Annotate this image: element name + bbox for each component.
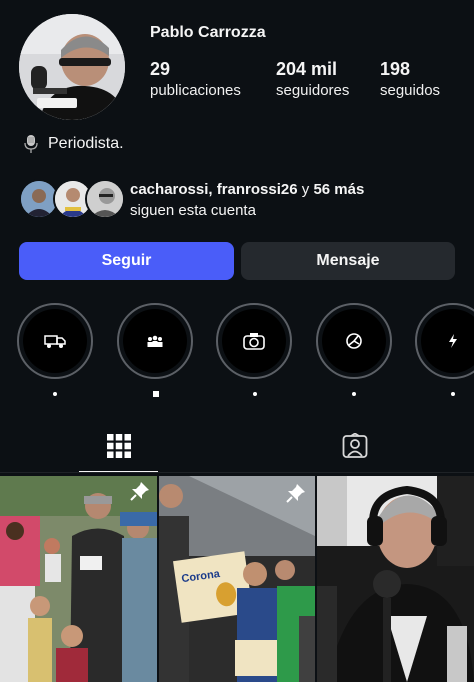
followed-by-connector: y bbox=[301, 181, 310, 198]
profile-avatar[interactable] bbox=[19, 14, 125, 120]
highlight-indicator-dot bbox=[253, 392, 257, 396]
tagged-icon bbox=[342, 432, 368, 458]
microphone-icon bbox=[24, 135, 38, 153]
pin-icon bbox=[130, 482, 149, 501]
bio-text: Periodista. bbox=[48, 135, 124, 152]
follow-button[interactable]: Seguir bbox=[19, 242, 234, 280]
story-highlight[interactable] bbox=[117, 303, 193, 379]
followed-by-suffix: siguen esta cuenta bbox=[130, 202, 256, 219]
stat-followers[interactable]: 204 mil seguidores bbox=[276, 59, 349, 99]
post-thumbnail[interactable] bbox=[0, 476, 157, 682]
truck-icon bbox=[44, 335, 66, 348]
profile-name: Pablo Carrozza bbox=[150, 24, 266, 41]
followed-by-text[interactable]: cacharossi, franrossi26 y 56 más siguen … bbox=[130, 179, 364, 221]
followed-by-more: 56 más bbox=[313, 181, 365, 198]
highlight-indicator-dot bbox=[451, 392, 455, 396]
lightning-icon bbox=[449, 334, 457, 348]
highlight-indicator-dot bbox=[352, 392, 356, 396]
tab-posts-grid[interactable] bbox=[106, 433, 132, 459]
stat-followers-label: seguidores bbox=[276, 82, 350, 99]
stat-followers-value: 204 mil bbox=[276, 59, 338, 79]
stat-following[interactable]: 198 seguidos bbox=[380, 59, 440, 99]
story-highlight[interactable] bbox=[17, 303, 93, 379]
message-button[interactable]: Mensaje bbox=[241, 242, 455, 280]
grid-icon bbox=[107, 434, 131, 458]
group-icon bbox=[147, 335, 163, 347]
story-highlight[interactable] bbox=[216, 303, 292, 379]
profile-bio: Periodista. bbox=[22, 134, 124, 154]
post-thumbnail[interactable]: Corona bbox=[159, 476, 315, 682]
stat-posts[interactable]: 29 publicaciones bbox=[150, 59, 241, 99]
highlight-indicator-dot bbox=[153, 391, 159, 397]
camera-icon bbox=[243, 333, 265, 350]
pin-icon bbox=[286, 484, 305, 503]
tab-tagged[interactable] bbox=[342, 432, 368, 459]
followed-by-names: cacharossi, franrossi26 bbox=[130, 181, 298, 198]
tab-divider bbox=[0, 472, 474, 473]
story-highlight[interactable] bbox=[415, 303, 474, 379]
followed-by-avatars[interactable] bbox=[19, 179, 125, 219]
post-thumbnail[interactable] bbox=[317, 476, 474, 682]
ball-icon bbox=[346, 333, 362, 349]
stat-posts-value: 29 bbox=[150, 59, 171, 79]
story-highlight[interactable] bbox=[316, 303, 392, 379]
stat-posts-label: publicaciones bbox=[150, 82, 241, 99]
highlight-indicator-dot bbox=[53, 392, 57, 396]
follower-avatar bbox=[85, 179, 125, 219]
stat-following-label: seguidos bbox=[380, 82, 441, 99]
active-tab-indicator bbox=[79, 471, 158, 472]
stat-following-value: 198 bbox=[380, 59, 411, 79]
